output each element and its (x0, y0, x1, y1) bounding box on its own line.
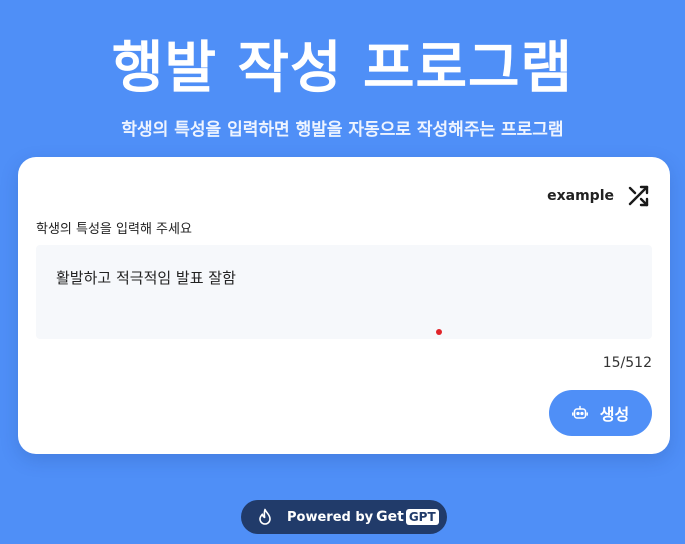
field-label: 학생의 특성을 입력해 주세요 (36, 222, 192, 237)
powered-by-text: Powered by (287, 509, 374, 525)
brand-gpt: GPT (405, 509, 439, 525)
brand-get: Get (376, 509, 404, 525)
flame-icon (259, 508, 271, 525)
robot-icon (571, 405, 588, 419)
page-title: 행발 작성 프로그램 (111, 36, 574, 101)
example-button[interactable]: example (547, 184, 650, 208)
form-card: example 학생의 특성을 입력해 주세요 활발하고 적극적임 발표 잘함 … (18, 157, 670, 454)
shuffle-icon (628, 185, 649, 207)
powered-by-badge[interactable]: Powered by Get GPT (241, 500, 447, 534)
page-subtitle: 학생의 특성을 입력하면 행발을 자동으로 작성해주는 프로그램 (121, 120, 564, 140)
character-counter: 15/512 (602, 355, 652, 371)
cursor-dot (436, 329, 442, 335)
student-traits-input[interactable]: 활발하고 적극적임 발표 잘함 (36, 245, 652, 339)
generate-button-label: 생성 (599, 405, 630, 424)
generate-button[interactable]: 생성 (549, 390, 652, 436)
example-label: example (547, 188, 614, 204)
